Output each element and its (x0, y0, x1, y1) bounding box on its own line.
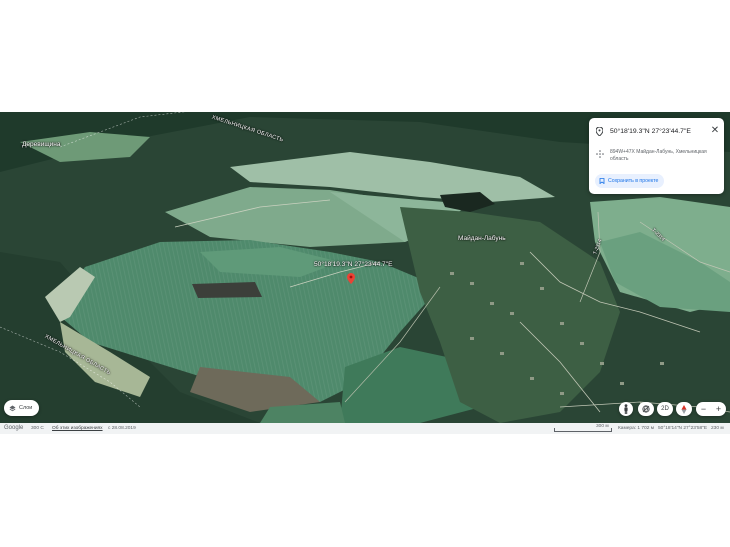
compass-icon (681, 404, 687, 414)
street-view-pegman-button[interactable] (619, 402, 633, 416)
layers-label: Слои (19, 405, 33, 411)
village-label-maidan-labun[interactable]: Майдан-Лабунь (458, 235, 506, 242)
location-info-card: 50°18'19.3"N 27°23'44.7"E ✕ 894W+47X Май… (589, 118, 724, 194)
address-text: 894W+47X Майдан-Лабунь, Хмельницкая обла… (610, 149, 707, 162)
village-label-derevyshchyna[interactable]: Деревищина (22, 141, 61, 148)
globe-icon (642, 405, 650, 413)
coordinates-text: 50°18'19.3"N 27°23'44.7"E (610, 128, 691, 135)
zoom-controls: − + (696, 402, 726, 416)
about-imagery-link[interactable]: Об этих изображениях (52, 426, 103, 431)
bookmark-icon (599, 178, 605, 184)
camera-altitude: Камера: 1 702 м (618, 426, 655, 431)
zoom-in-button[interactable]: + (716, 404, 721, 414)
scale-label: 300 м (596, 424, 609, 429)
map-footer: Google 300 C Об этих изображениях с 28.0… (0, 423, 730, 434)
pegman-icon (624, 404, 628, 414)
location-pin-icon[interactable] (347, 273, 355, 284)
layers-icon (9, 405, 16, 411)
imagery-copyright: 300 C (31, 426, 44, 431)
pin-coordinates-label: 50°18'19.3"N 27°23'44.7"E (314, 261, 393, 268)
layers-button[interactable]: Слои (4, 400, 40, 416)
compass-button[interactable] (676, 402, 692, 416)
zoom-out-button[interactable]: − (701, 404, 706, 414)
globe-view-button[interactable] (638, 402, 654, 416)
google-logo: Google (4, 425, 24, 431)
save-to-project-label: Сохранить в проекте (608, 178, 659, 184)
elevation: 230 м (711, 426, 724, 431)
save-to-project-button[interactable]: Сохранить в проекте (595, 174, 665, 188)
satellite-map[interactable]: Деревищина Майдан-Лабунь ХМЕЛЬНИЦКАЯ ОБЛ… (0, 112, 730, 423)
cursor-coordinates: 50°18'14"N 27°23'58"E (658, 426, 708, 431)
close-icon[interactable]: ✕ (710, 126, 720, 136)
plus-code-icon (596, 150, 604, 158)
location-pin-icon (596, 127, 603, 136)
toggle-2d-button[interactable]: 2D (657, 402, 673, 416)
imagery-date: с 28.08.2019 (108, 426, 136, 431)
